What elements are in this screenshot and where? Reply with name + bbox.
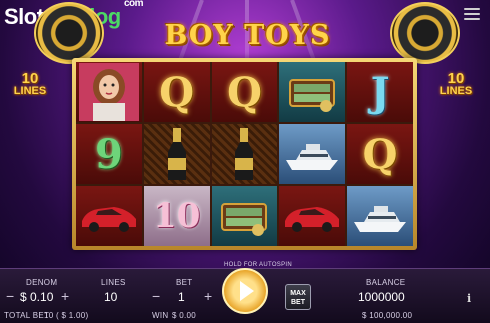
balance-money: $ 100,000.00	[362, 311, 413, 320]
symbol-yacht	[347, 186, 413, 246]
symbol-yacht	[279, 124, 346, 184]
bet-plus-button[interactable]: +	[204, 288, 212, 304]
balance-value: 1000000	[358, 290, 405, 304]
sports-car-icon	[285, 207, 340, 232]
menu-icon[interactable]	[464, 8, 480, 20]
bet-minus-button[interactable]: −	[152, 288, 160, 304]
symbol-car	[76, 186, 142, 246]
yacht-icon	[286, 144, 339, 170]
win-value: $ 0.00	[172, 311, 197, 320]
lines-label: LINES	[101, 278, 126, 287]
total-bet-label: TOTAL BET	[4, 311, 50, 320]
symbol-car	[279, 186, 346, 246]
denom-minus-button[interactable]: −	[6, 288, 14, 304]
champagne-bottle-icon	[235, 128, 254, 180]
win-label: WIN	[152, 311, 169, 320]
denom-plus-button[interactable]: +	[61, 288, 69, 304]
bet-value: 1	[178, 290, 185, 304]
symbol-q: Q	[143, 62, 210, 122]
lines-badge-left: 10 LINES	[13, 70, 47, 97]
money-case-icon	[289, 79, 336, 112]
denom-value: $ 0.10	[20, 290, 54, 304]
speaker-left-icon	[34, 2, 104, 64]
symbol-j: J	[347, 62, 413, 122]
play-icon	[240, 281, 254, 301]
symbol-q: Q	[211, 62, 278, 122]
total-bet-value: 10 ( $ 1.00)	[44, 311, 89, 320]
symbol-champagne	[143, 124, 210, 184]
reel-grid: Q Q J 9 Q 10	[76, 62, 413, 246]
girl-icon	[78, 63, 139, 121]
info-icon[interactable]: i	[467, 292, 471, 305]
speaker-right-icon	[390, 2, 460, 64]
symbol-q: Q	[347, 124, 413, 184]
balance-label: BALANCE	[366, 278, 406, 287]
champagne-bottle-icon	[167, 128, 186, 180]
autospin-hint: HOLD FOR AUTOSPIN	[224, 262, 293, 268]
spin-button[interactable]	[222, 268, 268, 314]
max-bet-button[interactable]: MAX BET	[285, 284, 311, 310]
symbol-champagne	[211, 124, 278, 184]
bet-label: BET	[176, 278, 193, 287]
game-title: BOY TOYS	[164, 20, 331, 51]
denom-label: DENOM	[26, 278, 58, 287]
symbol-10: 10	[143, 186, 210, 246]
game-stage: SlotCatalog com BOY TOYS 10 LINES 10 LIN…	[0, 0, 490, 323]
yacht-icon	[354, 206, 407, 232]
money-case-icon	[221, 203, 268, 236]
reel-frame: Q Q J 9 Q 10	[72, 58, 417, 250]
sports-car-icon	[81, 207, 136, 232]
symbol-9: 9	[76, 124, 142, 184]
symbol-girl	[76, 62, 142, 122]
symbol-money	[211, 186, 278, 246]
lines-value: 10	[104, 290, 118, 304]
lines-badge-right: 10 LINES	[439, 70, 473, 97]
symbol-money	[279, 62, 346, 122]
